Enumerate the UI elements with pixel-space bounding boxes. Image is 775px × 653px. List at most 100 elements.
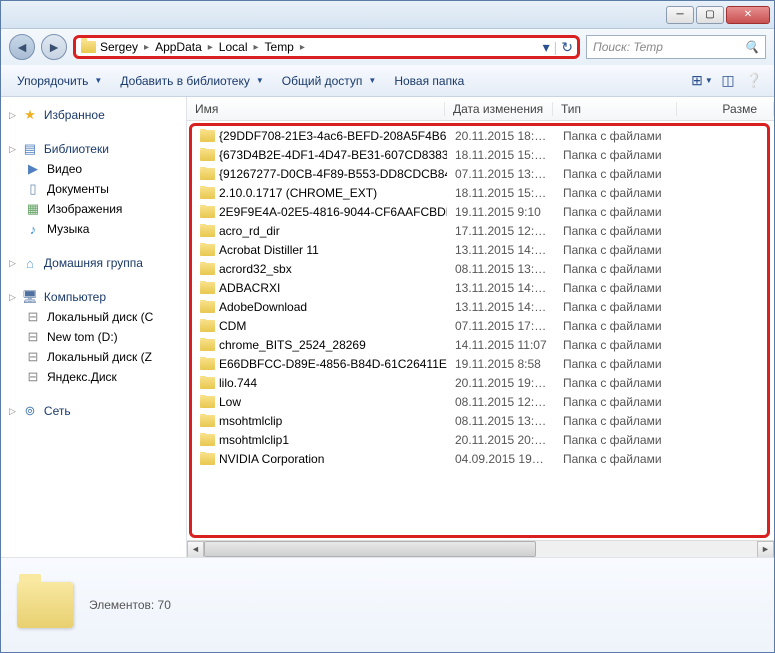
table-row[interactable]: E66DBFCC-D89E-4856-B84D-61C26411E03E19.1… xyxy=(192,354,767,373)
search-placeholder: Поиск: Temp xyxy=(593,40,663,54)
sidebar-item[interactable]: ▶Видео xyxy=(1,159,186,179)
table-row[interactable]: chrome_BITS_2524_2826914.11.2015 11:07Па… xyxy=(192,335,767,354)
table-row[interactable]: Low08.11.2015 12:52Папка с файлами xyxy=(192,392,767,411)
sidebar-group-Библиотеки[interactable]: ▷▤Библиотеки xyxy=(1,139,186,159)
table-row[interactable]: NVIDIA Corporation04.09.2015 19:01Папка … xyxy=(192,449,767,468)
file-date-cell: 08.11.2015 13:19 xyxy=(447,262,555,276)
table-row[interactable]: {673D4B2E-4DF1-4D47-BE31-607CD83833...18… xyxy=(192,145,767,164)
file-date-cell: 13.11.2015 14:23 xyxy=(447,281,555,295)
sidebar-item[interactable]: ⊟Яндекс.Диск xyxy=(1,367,186,387)
sidebar-group-Компьютер[interactable]: ▷🖥Компьютер xyxy=(1,287,186,307)
horizontal-scrollbar[interactable]: ◄ ► xyxy=(187,540,774,557)
sidebar-item[interactable]: ▯Документы xyxy=(1,179,186,199)
table-row[interactable]: 2E9F9E4A-02E5-4816-9044-CF6AAFCBDF8B19.1… xyxy=(192,202,767,221)
img-icon: ▦ xyxy=(25,201,41,217)
column-size[interactable]: Разме xyxy=(677,102,774,116)
minimize-button[interactable]: ─ xyxy=(666,6,694,24)
column-name[interactable]: Имя xyxy=(187,102,445,116)
breadcrumb-segment[interactable]: Sergey xyxy=(96,38,142,56)
new-folder-button[interactable]: Новая папка xyxy=(386,70,472,92)
back-button[interactable]: ◄ xyxy=(9,34,35,60)
file-type-cell: Папка с файлами xyxy=(555,129,679,143)
table-row[interactable]: msohtmlclip08.11.2015 13:59Папка с файла… xyxy=(192,411,767,430)
chevron-right-icon[interactable]: ▸ xyxy=(208,42,213,53)
sidebar-item[interactable]: ▦Изображения xyxy=(1,199,186,219)
file-date-cell: 13.11.2015 14:22 xyxy=(447,243,555,257)
column-date[interactable]: Дата изменения xyxy=(445,102,553,116)
sidebar-item[interactable]: ⊟Локальный диск (Z xyxy=(1,347,186,367)
toolbar: Упорядочить▼ Добавить в библиотеку▼ Общи… xyxy=(1,65,774,97)
scroll-thumb[interactable] xyxy=(204,541,536,557)
table-row[interactable]: 2.10.0.1717 (CHROME_EXT)18.11.2015 15:27… xyxy=(192,183,767,202)
table-row[interactable]: acrord32_sbx08.11.2015 13:19Папка с файл… xyxy=(192,259,767,278)
address-bar[interactable]: Sergey▸AppData▸Local▸Temp▸ ▾ | ↻ xyxy=(73,35,580,59)
column-headers: Имя Дата изменения Тип Разме xyxy=(187,97,774,121)
search-input[interactable]: Поиск: Temp 🔍 xyxy=(586,35,766,59)
file-name-cell: {29DDF708-21E3-4ac6-BEFD-208A5F4B6B... xyxy=(192,129,447,143)
table-row[interactable]: {29DDF708-21E3-4ac6-BEFD-208A5F4B6B...20… xyxy=(192,126,767,145)
titlebar[interactable]: ─ ▢ ✕ xyxy=(1,1,774,29)
file-date-cell: 20.11.2015 20:44 xyxy=(447,433,555,447)
chevron-right-icon[interactable]: ▸ xyxy=(144,42,149,53)
table-row[interactable]: ADBACRXI13.11.2015 14:23Папка с файлами xyxy=(192,278,767,297)
file-name-cell: {91267277-D0CB-4F89-B553-DD8CDCB84... xyxy=(192,167,447,181)
table-row[interactable]: {91267277-D0CB-4F89-B553-DD8CDCB84...07.… xyxy=(192,164,767,183)
file-type-cell: Папка с файлами xyxy=(555,224,679,238)
organize-button[interactable]: Упорядочить▼ xyxy=(9,70,110,92)
folder-icon xyxy=(200,187,215,199)
sidebar-group-Домашняя группа[interactable]: ▷⌂Домашняя группа xyxy=(1,253,186,273)
add-to-library-button[interactable]: Добавить в библиотеку▼ xyxy=(112,70,271,92)
sidebar-item[interactable]: ⊟New tom (D:) xyxy=(1,327,186,347)
net-icon: ⊚ xyxy=(22,403,38,419)
file-name-cell: acrord32_sbx xyxy=(192,262,447,276)
close-button[interactable]: ✕ xyxy=(726,6,770,24)
sidebar-item-label: Документы xyxy=(47,182,109,196)
maximize-button[interactable]: ▢ xyxy=(696,6,724,24)
refresh-icon[interactable]: ↻ xyxy=(561,39,573,56)
share-button[interactable]: Общий доступ▼ xyxy=(274,70,385,92)
view-options-button[interactable]: ⊞▼ xyxy=(690,69,714,93)
preview-pane-button[interactable]: ◫ xyxy=(716,69,740,93)
navigation-sidebar[interactable]: ▷★Избранное▷▤Библиотеки▶Видео▯Документы▦… xyxy=(1,97,187,557)
sidebar-group-Избранное[interactable]: ▷★Избранное xyxy=(1,105,186,125)
table-row[interactable]: msohtmlclip120.11.2015 20:44Папка с файл… xyxy=(192,430,767,449)
table-row[interactable]: CDM07.11.2015 17:33Папка с файлами xyxy=(192,316,767,335)
forward-button[interactable]: ► xyxy=(41,34,67,60)
sidebar-item[interactable]: ⊟Локальный диск (C xyxy=(1,307,186,327)
scroll-track[interactable] xyxy=(204,541,757,557)
folder-icon xyxy=(200,168,215,180)
disk-icon: ⊟ xyxy=(25,309,41,325)
file-type-cell: Папка с файлами xyxy=(555,186,679,200)
file-name-cell: msohtmlclip1 xyxy=(192,433,447,447)
file-name-cell: ADBACRXI xyxy=(192,281,447,295)
breadcrumb-segment[interactable]: AppData xyxy=(151,38,206,56)
folder-icon xyxy=(200,453,215,465)
scroll-right-button[interactable]: ► xyxy=(757,541,774,558)
file-list[interactable]: {29DDF708-21E3-4ac6-BEFD-208A5F4B6B... 20… xyxy=(192,126,767,535)
file-date-cell: 19.11.2015 8:58 xyxy=(447,357,555,371)
table-row[interactable]: lilo.74420.11.2015 19:05Папка с файлами xyxy=(192,373,767,392)
disk-icon: ⊟ xyxy=(25,329,41,345)
scroll-left-button[interactable]: ◄ xyxy=(187,541,204,558)
file-name-cell: Low xyxy=(192,395,447,409)
sidebar-group-Сеть[interactable]: ▷⊚Сеть xyxy=(1,401,186,421)
chevron-right-icon[interactable]: ▸ xyxy=(300,42,305,53)
hg-icon: ⌂ xyxy=(22,255,38,271)
sidebar-group-label: Библиотеки xyxy=(44,142,109,156)
sidebar-group-label: Избранное xyxy=(44,108,105,122)
table-row[interactable]: acro_rd_dir17.11.2015 12:51Папка с файла… xyxy=(192,221,767,240)
dropdown-icon[interactable]: ▾ xyxy=(543,39,550,56)
column-type[interactable]: Тип xyxy=(553,102,677,116)
file-date-cell: 07.11.2015 17:33 xyxy=(447,319,555,333)
folder-icon xyxy=(200,225,215,237)
expand-icon: ▷ xyxy=(9,292,16,303)
breadcrumb-segment[interactable]: Local xyxy=(215,38,252,56)
chevron-right-icon[interactable]: ▸ xyxy=(253,42,258,53)
sidebar-item[interactable]: ♪Музыка xyxy=(1,219,186,239)
table-row[interactable]: Acrobat Distiller 1113.11.2015 14:22Папк… xyxy=(192,240,767,259)
folder-icon xyxy=(200,149,215,161)
table-row[interactable]: AdobeDownload13.11.2015 14:22Папка с фай… xyxy=(192,297,767,316)
breadcrumb-segment[interactable]: Temp xyxy=(261,38,298,56)
folder-icon xyxy=(200,358,215,370)
help-button[interactable]: ❔ xyxy=(742,69,766,93)
